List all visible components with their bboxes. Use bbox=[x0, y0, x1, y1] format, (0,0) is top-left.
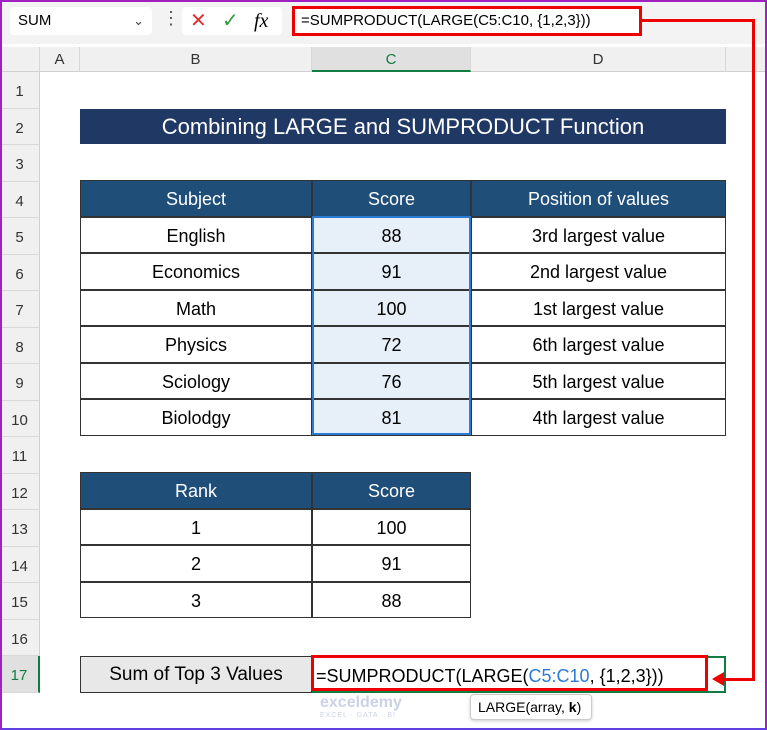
table1-cell[interactable]: 6th largest value bbox=[471, 326, 726, 363]
formula-buttons: ✕ ✓ fx bbox=[182, 7, 282, 35]
select-all[interactable] bbox=[0, 47, 40, 72]
formula-input[interactable]: =SUMPRODUCT(LARGE(C5:C10, {1,2,3})) bbox=[292, 6, 642, 36]
table1-cell[interactable]: Economics bbox=[80, 253, 312, 290]
tooltip-arg: k bbox=[568, 699, 577, 715]
table1-cell[interactable]: 4th largest value bbox=[471, 399, 726, 436]
tooltip-text: LARGE(array, bbox=[478, 699, 569, 715]
formula-bar: SUM ⌄ ⋮ ✕ ✓ fx =SUMPRODUCT(LARGE(C5:C10, … bbox=[0, 0, 767, 44]
table1-cell[interactable]: 72 bbox=[312, 326, 471, 363]
arrow-head-icon bbox=[712, 672, 724, 686]
table1-cell[interactable]: 91 bbox=[312, 253, 471, 290]
table2-cell[interactable]: 91 bbox=[312, 545, 471, 582]
row-header[interactable]: 9 bbox=[0, 364, 40, 401]
row-header[interactable]: 7 bbox=[0, 291, 40, 328]
watermark-brand: exceldemy bbox=[320, 694, 402, 711]
table1-cell[interactable]: 5th largest value bbox=[471, 362, 726, 399]
function-tooltip: LARGE(array, k) bbox=[470, 694, 592, 720]
table1-cell[interactable]: Math bbox=[80, 289, 312, 326]
column-header-e[interactable] bbox=[726, 47, 767, 72]
table2-cell[interactable]: 100 bbox=[312, 508, 471, 545]
table2-cell[interactable]: 1 bbox=[80, 508, 312, 545]
table2-header[interactable]: Rank bbox=[80, 472, 312, 509]
table1-cell[interactable]: 100 bbox=[312, 289, 471, 326]
tooltip-close: ) bbox=[576, 699, 582, 715]
name-box-value: SUM bbox=[18, 12, 52, 29]
row-header[interactable]: 5 bbox=[0, 218, 40, 255]
arrow-line bbox=[642, 19, 754, 22]
row-header[interactable]: 8 bbox=[0, 327, 40, 364]
row-header[interactable]: 11 bbox=[0, 437, 40, 474]
table1-cell[interactable]: 81 bbox=[312, 399, 471, 436]
table2-cell[interactable]: 3 bbox=[80, 581, 312, 618]
watermark-tagline: EXCEL · DATA · BI bbox=[320, 712, 396, 719]
row-header[interactable]: 3 bbox=[0, 145, 40, 182]
row-header[interactable]: 16 bbox=[0, 619, 40, 656]
name-box[interactable]: SUM ⌄ bbox=[10, 7, 152, 35]
fx-icon[interactable]: fx bbox=[254, 7, 268, 35]
table1-cell[interactable]: Physics bbox=[80, 326, 312, 363]
row-header[interactable]: 13 bbox=[0, 510, 40, 547]
row-header[interactable]: 4 bbox=[0, 181, 40, 218]
chevron-down-icon[interactable]: ⌄ bbox=[133, 7, 144, 35]
row-header[interactable]: 15 bbox=[0, 583, 40, 620]
formula-highlight-box bbox=[311, 655, 708, 691]
table1-cell[interactable]: 2nd largest value bbox=[471, 253, 726, 290]
table2-header[interactable]: Score bbox=[312, 472, 471, 509]
table1-cell[interactable]: 1st largest value bbox=[471, 289, 726, 326]
table2-cell[interactable]: 88 bbox=[312, 581, 471, 618]
cancel-icon[interactable]: ✕ bbox=[190, 7, 207, 35]
row-header[interactable]: 10 bbox=[0, 400, 40, 437]
row-header[interactable]: 1 bbox=[0, 72, 40, 109]
row-header[interactable]: 12 bbox=[0, 473, 40, 510]
table1-cell[interactable]: 88 bbox=[312, 216, 471, 253]
sheet-title: Combining LARGE and SUMPRODUCT Function bbox=[80, 109, 726, 144]
table1-cell[interactable]: 3rd largest value bbox=[471, 216, 726, 253]
column-header-b[interactable]: B bbox=[80, 47, 312, 72]
column-header-a[interactable]: A bbox=[40, 47, 80, 72]
table1-cell[interactable]: Biolodgy bbox=[80, 399, 312, 436]
table1-cell[interactable]: Sciology bbox=[80, 362, 312, 399]
arrow-line bbox=[722, 678, 755, 681]
row-header[interactable]: 17 bbox=[0, 656, 40, 693]
column-header-d[interactable]: D bbox=[471, 47, 726, 72]
table1-cell[interactable]: English bbox=[80, 216, 312, 253]
table1-header[interactable]: Position of values bbox=[471, 180, 726, 217]
row-header[interactable]: 14 bbox=[0, 546, 40, 583]
enter-icon[interactable]: ✓ bbox=[222, 7, 239, 35]
arrow-line bbox=[752, 19, 755, 680]
row-header[interactable]: 6 bbox=[0, 254, 40, 291]
table1-header[interactable]: Score bbox=[312, 180, 471, 217]
column-header-c[interactable]: C bbox=[312, 47, 471, 72]
table1-cell[interactable]: 76 bbox=[312, 362, 471, 399]
result-label[interactable]: Sum of Top 3 Values bbox=[80, 656, 312, 693]
table1-header[interactable]: Subject bbox=[80, 180, 312, 217]
more-icon: ⋮ bbox=[162, 8, 180, 28]
watermark: exceldemy EXCEL · DATA · BI bbox=[320, 694, 402, 719]
row-header[interactable]: 2 bbox=[0, 108, 40, 145]
table2-cell[interactable]: 2 bbox=[80, 545, 312, 582]
